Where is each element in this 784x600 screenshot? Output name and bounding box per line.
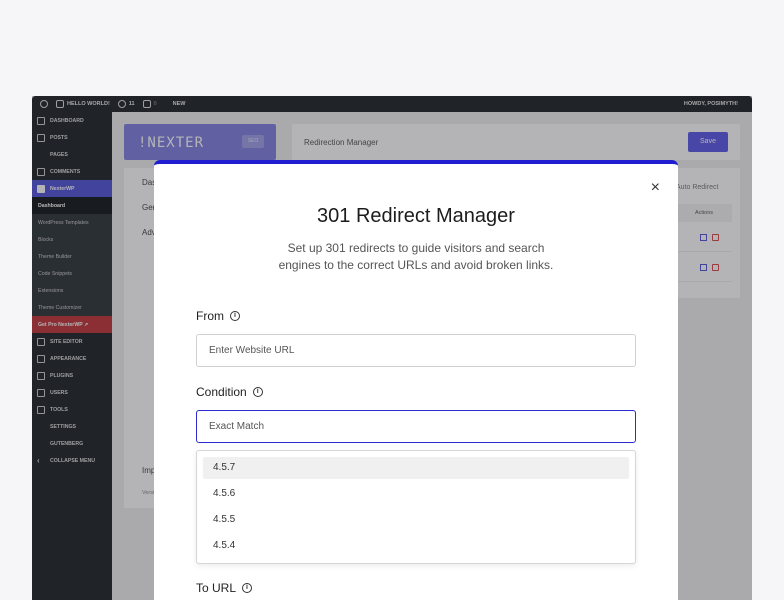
condition-label: Condition xyxy=(196,385,247,399)
condition-label-row: Condition i xyxy=(196,385,263,399)
dropdown-option[interactable]: 4.5.4 xyxy=(203,535,629,557)
modal-title: 301 Redirect Manager xyxy=(317,205,515,227)
modal-description: Set up 301 redirects to guide visitors a… xyxy=(278,241,554,272)
dropdown-option[interactable]: 4.5.5 xyxy=(203,509,629,531)
to-url-label-row: To URL i xyxy=(196,581,253,595)
from-label: From xyxy=(196,309,224,323)
info-icon[interactable]: i xyxy=(242,583,253,593)
to-url-label: To URL xyxy=(196,581,237,595)
from-url-input[interactable]: Enter Website URL xyxy=(196,334,636,367)
dropdown-option[interactable]: 4.5.6 xyxy=(203,483,629,505)
condition-select[interactable]: Exact Match xyxy=(196,410,636,443)
dropdown-option[interactable]: 4.5.7 xyxy=(203,457,629,479)
close-icon[interactable]: × xyxy=(651,180,660,196)
info-icon[interactable]: i xyxy=(252,387,263,397)
condition-dropdown: 4.5.7 4.5.6 4.5.5 4.5.4 xyxy=(196,450,636,564)
from-label-row: From i xyxy=(196,309,240,323)
info-icon[interactable]: i xyxy=(230,311,240,321)
redirect-manager-modal: × 301 Redirect Manager Set up 301 redire… xyxy=(154,160,678,600)
